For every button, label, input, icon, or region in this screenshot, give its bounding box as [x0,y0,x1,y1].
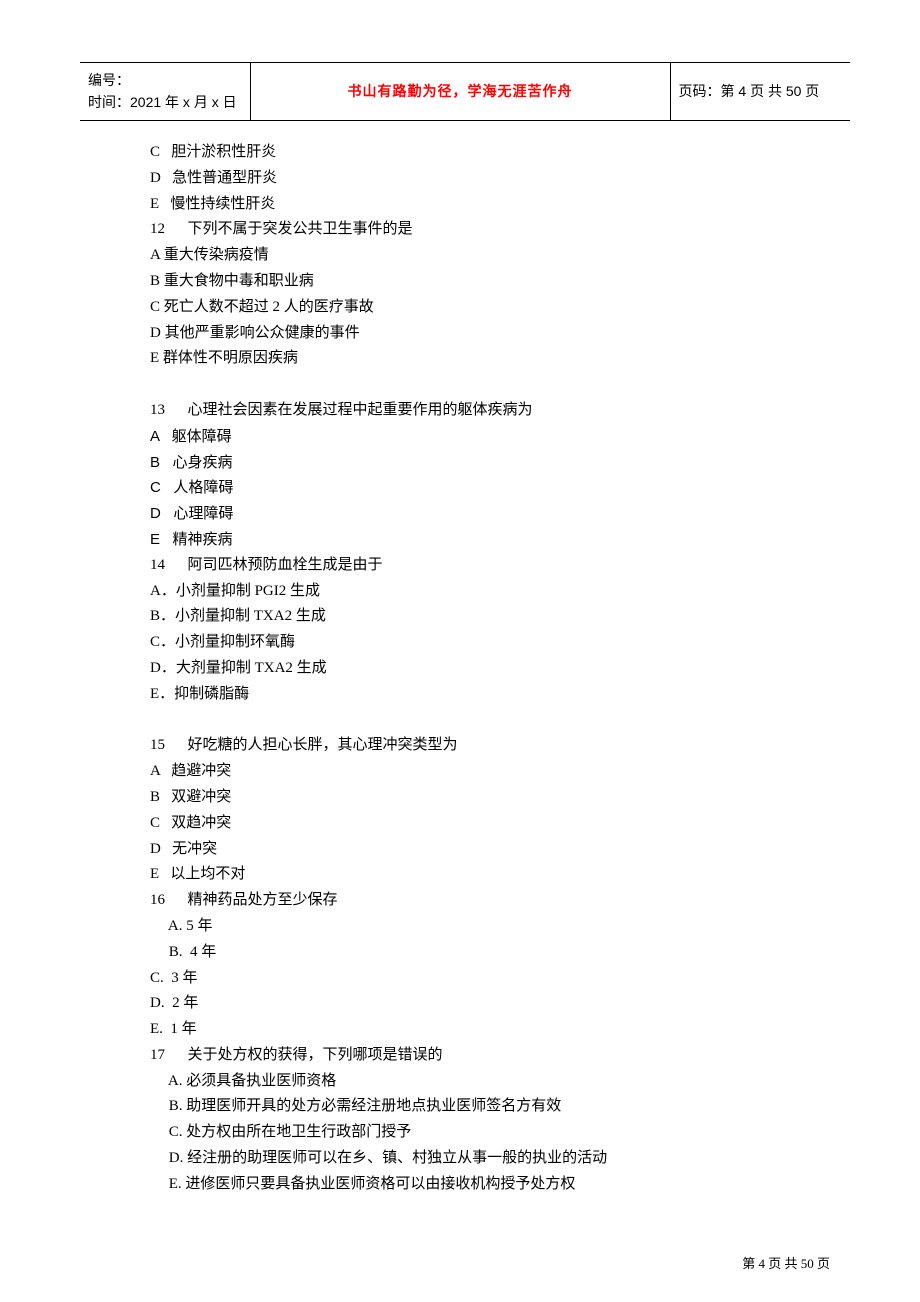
q17-option-e: E. 进修医师只要具备执业医师资格可以由接收机构授予处方权 [150,1172,790,1198]
option-e: E 慢性持续性肝炎 [150,192,790,218]
blank-line [150,372,790,398]
q12-option-c: C 死亡人数不超过 2 人的医疗事故 [150,295,790,321]
q16-option-d: D. 2 年 [150,991,790,1017]
q14-option-e: E．抑制磷脂酶 [150,682,790,708]
question-16: 16 精神药品处方至少保存 [150,888,790,914]
q14-option-d: D．大剂量抑制 TXA2 生成 [150,656,790,682]
q16-option-c: C. 3 年 [150,966,790,992]
q13-option-c: C 人格障碍 [150,475,790,501]
header-motto: 书山有路勤为径，学海无涯苦作舟 [348,83,573,99]
question-17: 17 关于处方权的获得，下列哪项是错误的 [150,1043,790,1069]
q14-option-b: B．小剂量抑制 TXA2 生成 [150,604,790,630]
header-page-label: 页码：第 4 页 共 50 页 [679,83,820,99]
q15-option-b: B 双避冲突 [150,785,790,811]
q12-option-b: B 重大食物中毒和职业病 [150,269,790,295]
q17-option-d: D. 经注册的助理医师可以在乡、镇、村独立从事一般的执业的活动 [150,1146,790,1172]
q15-option-d: D 无冲突 [150,837,790,863]
q13-option-b: B 心身疾病 [150,450,790,476]
q14-option-a: A．小剂量抑制 PGI2 生成 [150,579,790,605]
q13-option-a: A 躯体障碍 [150,424,790,450]
q16-option-a: A. 5 年 [150,914,790,940]
option-c: C 胆汁淤积性肝炎 [150,140,790,166]
footer-page-number: 第 4 页 共 50 页 [742,1253,830,1272]
q15-option-a: A 趋避冲突 [150,759,790,785]
header-table: 编号： 时间：2021 年 x 月 x 日 书山有路勤为径，学海无涯苦作舟 页码… [80,62,850,121]
q15-option-c: C 双趋冲突 [150,811,790,837]
doc-time-label: 时间：2021 年 x 月 x 日 [88,91,242,113]
option-d: D 急性普通型肝炎 [150,166,790,192]
q17-option-a: A. 必须具备执业医师资格 [150,1069,790,1095]
q14-option-c: C．小剂量抑制环氧酶 [150,630,790,656]
q17-option-b: B. 助理医师开具的处方必需经注册地点执业医师签名方有效 [150,1094,790,1120]
question-14: 14 阿司匹林预防血栓生成是由于 [150,553,790,579]
q13-option-e: E 精神疾病 [150,527,790,553]
q12-option-e: E 群体性不明原因疾病 [150,346,790,372]
q12-option-d: D 其他严重影响公众健康的事件 [150,321,790,347]
doc-id-label: 编号： [88,69,242,91]
q16-option-e: E. 1 年 [150,1017,790,1043]
q13-option-d: D 心理障碍 [150,501,790,527]
blank-line [150,708,790,734]
q16-option-b: B. 4 年 [150,940,790,966]
question-15: 15 好吃糖的人担心长胖，其心理冲突类型为 [150,733,790,759]
q15-option-e: E 以上均不对 [150,862,790,888]
question-12: 12 下列不属于突发公共卫生事件的是 [150,217,790,243]
document-body: C 胆汁淤积性肝炎 D 急性普通型肝炎 E 慢性持续性肝炎 12 下列不属于突发… [150,140,790,1198]
question-13: 13 心理社会因素在发展过程中起重要作用的躯体疾病为 [150,398,790,424]
q17-option-c: C. 处方权由所在地卫生行政部门授予 [150,1120,790,1146]
q12-option-a: A 重大传染病疫情 [150,243,790,269]
